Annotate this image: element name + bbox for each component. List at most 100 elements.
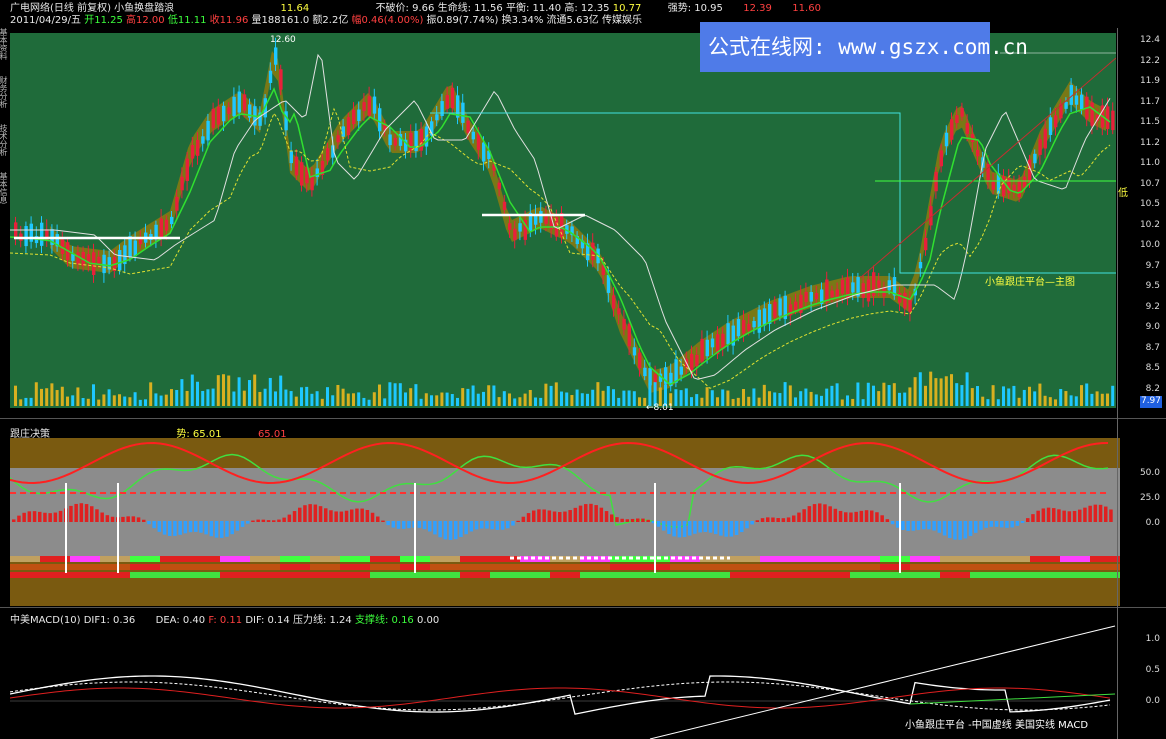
p2-strip-2 <box>370 564 400 570</box>
p2-strip-3 <box>820 572 850 578</box>
volume-bar <box>1059 388 1063 406</box>
volume-bar <box>825 388 829 406</box>
p2-hist-bar <box>932 521 936 531</box>
volume-bar <box>1080 385 1083 406</box>
p2-hist-bar <box>1083 507 1087 522</box>
p2-hist-bar <box>594 505 598 522</box>
left-tab-2[interactable]: 财务分析 <box>0 76 9 121</box>
volume-bar <box>695 394 699 406</box>
volume-bar <box>534 397 537 406</box>
candle-body <box>222 105 226 122</box>
candle-body <box>378 108 382 132</box>
volume-bar <box>144 399 147 406</box>
volume-bar <box>830 385 834 406</box>
p2-strip-3 <box>1000 572 1030 578</box>
p2-strip-1 <box>70 556 100 562</box>
p2-y-tick-label: 25.0 <box>1139 493 1160 503</box>
p2-hist-bar <box>95 509 99 522</box>
volume-bar <box>440 392 444 406</box>
balance-line: 平衡: 11.40 <box>505 3 562 14</box>
p2-hist-bar <box>17 515 21 522</box>
p2-hist-bar <box>901 521 905 530</box>
candle-body <box>294 156 299 176</box>
y-tick-label: 8.5 <box>1145 363 1160 373</box>
p2-hist-bar <box>303 505 307 522</box>
p2-hist-bar <box>22 512 26 522</box>
p2-strip-1 <box>130 556 160 562</box>
candle-body <box>435 114 439 121</box>
p2-hist-bar <box>797 512 801 522</box>
p2-strip-3 <box>250 572 280 578</box>
candle-body <box>118 250 122 271</box>
p3-y-tick-label: 0.5 <box>1145 665 1160 675</box>
volume-bar <box>497 397 501 406</box>
candle-body <box>409 132 413 151</box>
volume-bar <box>794 397 797 406</box>
p2-strip-1 <box>460 556 490 562</box>
p2-hist-bar <box>110 516 115 522</box>
p2-hist-bar <box>318 506 323 522</box>
volume-bar <box>674 389 678 406</box>
p2-hist-bar <box>755 520 760 522</box>
macd-support-line <box>909 693 1116 705</box>
candle-body <box>1054 115 1058 128</box>
p2-hist-bar <box>994 521 999 527</box>
candle-body <box>1033 153 1037 164</box>
low-label: ←8.01 <box>646 403 674 413</box>
candle-body <box>944 132 949 147</box>
volume-bar <box>799 391 803 406</box>
volume-bar <box>762 384 766 406</box>
p2-top-band <box>10 438 1120 468</box>
main-price-chart[interactable] <box>10 33 1116 408</box>
volume-bar <box>788 385 792 406</box>
volume-bar <box>305 386 309 406</box>
volume-bar <box>606 386 610 406</box>
candle-body <box>638 352 642 369</box>
candle-body <box>679 366 683 375</box>
p2-hist-bar <box>438 521 442 538</box>
volume-bar <box>955 383 959 406</box>
volume-bar <box>716 397 719 406</box>
y-tick-label: 9.7 <box>1145 260 1160 271</box>
candle-body <box>388 134 392 146</box>
volume-bar <box>310 393 314 406</box>
left-tab-4[interactable]: 基本信息 <box>0 172 9 217</box>
left-tab-3[interactable]: 技术分析 <box>0 124 9 169</box>
p2-hist-bar <box>698 521 702 533</box>
decision-panel[interactable] <box>10 438 1120 606</box>
volume-bar <box>133 392 137 406</box>
p2-strip-2 <box>160 564 190 570</box>
candle-body <box>289 151 293 164</box>
candle-body <box>960 107 964 117</box>
p2-hist-bar <box>542 509 546 522</box>
p2-y-axis: 50.0 25.0 0.0 <box>1118 438 1164 606</box>
p2-strip-3 <box>670 572 700 578</box>
candle-body <box>903 292 907 309</box>
bar-high: 高12.00 <box>126 15 165 26</box>
p2-strip-1 <box>1030 556 1060 562</box>
volume-bar <box>591 389 595 406</box>
p2-hist-bar <box>355 508 359 522</box>
p2-hist-bar <box>220 521 224 538</box>
p2-hist-bar <box>506 521 510 529</box>
volume-bar <box>752 388 756 406</box>
candle-body <box>851 282 855 293</box>
volume-bar <box>903 392 907 406</box>
p2-strip-2 <box>700 564 730 570</box>
p2-strip-3 <box>370 572 400 578</box>
volume-bar <box>482 391 485 406</box>
candle-body <box>887 280 891 291</box>
p2-hist-bar <box>781 518 786 522</box>
volume-bar <box>123 396 127 406</box>
p2-hist-bar <box>1088 505 1092 522</box>
p2-hist-bar <box>1010 521 1014 528</box>
p2-strip-1 <box>910 556 940 562</box>
p2-hist-bar <box>948 521 952 539</box>
candle-body <box>742 320 746 334</box>
candle-body <box>674 359 678 383</box>
volume-bar <box>638 397 641 406</box>
p2-hist-bar <box>1031 514 1035 522</box>
volume-bar <box>690 397 693 406</box>
volume-bar <box>1085 383 1089 406</box>
left-tab-1[interactable]: 基本资料 <box>0 28 9 73</box>
